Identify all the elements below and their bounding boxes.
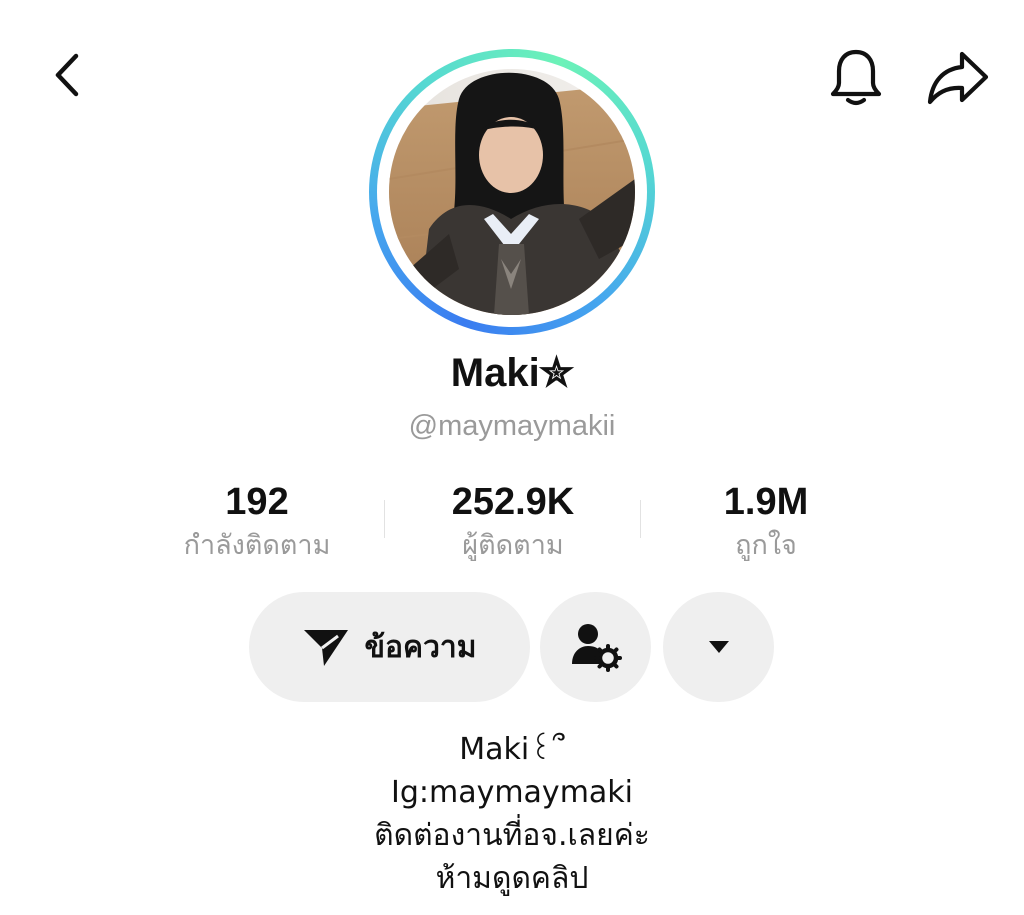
bio-line: Ig:maymaymaki: [390, 775, 634, 810]
stat-value: 192: [225, 481, 289, 523]
back-button[interactable]: [40, 48, 94, 102]
stat-followers[interactable]: 252.9K ผู้ติดตาม: [383, 478, 643, 566]
caret-down-icon: [708, 641, 729, 653]
send-icon: [304, 630, 349, 666]
bio-line: ห้ามดูดคลิป: [435, 861, 589, 896]
bell-icon: [830, 49, 882, 106]
story-ring[interactable]: [369, 49, 655, 335]
stat-label: กำลังติดตาม: [183, 530, 331, 561]
stat-value: 1.9M: [723, 481, 809, 523]
message-button[interactable]: ข้อความ: [249, 592, 530, 702]
share-button[interactable]: [920, 44, 996, 112]
bio-line: Maki꒰՞: [459, 732, 565, 767]
avatar[interactable]: [389, 69, 635, 315]
stat-value: 252.9K: [451, 481, 575, 523]
bio-line: ติดต่องานที่อจ.เลยค่ะ: [374, 818, 650, 853]
message-label: ข้อความ: [364, 629, 477, 665]
bio: Maki꒰՞ Ig:maymaymaki ติดต่องานที่อจ.เลยค…: [0, 728, 1024, 900]
username: @maymaymakii: [408, 410, 616, 442]
avatar-photo: [389, 69, 635, 315]
friend-settings-button[interactable]: [540, 592, 651, 702]
user-settings-icon: [571, 624, 622, 672]
chevron-left-icon: [55, 53, 79, 97]
stat-likes[interactable]: 1.9M ถูกใจ: [636, 478, 896, 566]
more-options-button[interactable]: [663, 592, 774, 702]
stat-label: ถูกใจ: [735, 530, 797, 561]
stat-following[interactable]: 192 กำลังติดตาม: [127, 478, 387, 566]
share-arrow-icon: [927, 51, 989, 105]
display-name: Maki✮: [450, 351, 574, 395]
stat-label: ผู้ติดตาม: [462, 530, 564, 561]
notification-bell-button[interactable]: [822, 44, 890, 112]
